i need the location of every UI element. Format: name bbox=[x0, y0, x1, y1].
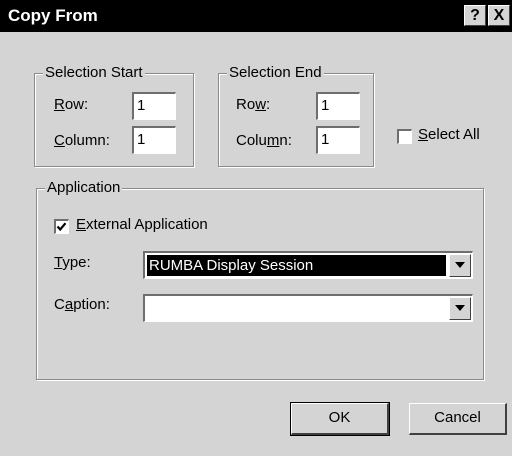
end-row-label-accel: w bbox=[255, 96, 267, 113]
dialog-title: Copy From bbox=[8, 6, 98, 25]
type-dropdown-value: RUMBA Display Session bbox=[147, 255, 446, 276]
external-application-text: xternal Application bbox=[86, 216, 208, 233]
caption-dropdown[interactable] bbox=[143, 294, 473, 322]
start-column-input[interactable]: 1 bbox=[132, 126, 176, 154]
type-dropdown-button[interactable] bbox=[449, 254, 471, 277]
start-row-input[interactable]: 1 bbox=[132, 92, 176, 120]
select-all-label[interactable]: Select All bbox=[418, 126, 480, 143]
start-row-label: Row: bbox=[54, 96, 88, 113]
end-column-label: Column: bbox=[236, 132, 292, 149]
selection-start-group: Selection Start Row: 1 Column: 1 bbox=[34, 64, 194, 167]
end-column-label-accel: m bbox=[266, 132, 280, 149]
application-group: Application External Application Type: R… bbox=[36, 179, 484, 380]
title-bar: Copy From ? X bbox=[0, 0, 512, 32]
start-column-label-accel: C bbox=[54, 132, 65, 149]
caption-label: Caption: bbox=[54, 296, 110, 313]
cancel-button[interactable]: Cancel bbox=[409, 403, 507, 435]
type-dropdown[interactable]: RUMBA Display Session bbox=[143, 251, 473, 279]
checkmark-icon bbox=[56, 222, 67, 232]
start-row-label-accel: R bbox=[54, 96, 65, 113]
select-all-label-accel: S bbox=[418, 126, 429, 143]
external-application-label[interactable]: External Application bbox=[76, 216, 208, 233]
end-row-input[interactable]: 1 bbox=[316, 92, 360, 120]
application-legend: Application bbox=[45, 179, 123, 196]
selection-end-group: Selection End Row: 1 Column: 1 bbox=[218, 64, 374, 167]
start-column-label-text: olumn: bbox=[64, 132, 110, 149]
end-row-label-text: : bbox=[266, 96, 271, 113]
caption-dropdown-button[interactable] bbox=[449, 297, 471, 320]
copy-from-dialog: Copy From ? X Selection Start Row: 1 Col… bbox=[0, 0, 512, 456]
select-all-label-text: elect All bbox=[428, 126, 480, 143]
end-row-label: Row: bbox=[236, 96, 270, 113]
start-row-label-text: ow: bbox=[64, 96, 89, 113]
end-column-label-pre: Colu bbox=[236, 132, 267, 149]
end-column-label-text: n: bbox=[279, 132, 292, 149]
close-button[interactable]: X bbox=[488, 5, 510, 26]
chevron-down-icon bbox=[455, 262, 465, 268]
type-label: Type: bbox=[54, 254, 91, 271]
caption-label-pre: C bbox=[54, 296, 65, 313]
start-column-label: Column: bbox=[54, 132, 110, 149]
caption-label-accel: a bbox=[64, 296, 74, 313]
select-all-checkbox[interactable] bbox=[397, 129, 412, 144]
external-application-checkbox[interactable] bbox=[54, 219, 69, 234]
chevron-down-icon bbox=[455, 305, 465, 311]
help-button[interactable]: ? bbox=[464, 5, 486, 26]
end-row-label-pre: Ro bbox=[236, 96, 256, 113]
caption-dropdown-value bbox=[147, 298, 446, 319]
caption-label-text: ption: bbox=[73, 296, 110, 313]
type-label-text: ype: bbox=[62, 254, 91, 271]
selection-start-legend: Selection Start bbox=[43, 64, 145, 81]
ok-button[interactable]: OK bbox=[290, 402, 390, 436]
selection-end-legend: Selection End bbox=[227, 64, 324, 81]
end-column-input[interactable]: 1 bbox=[316, 126, 360, 154]
external-application-accel: E bbox=[76, 216, 87, 233]
